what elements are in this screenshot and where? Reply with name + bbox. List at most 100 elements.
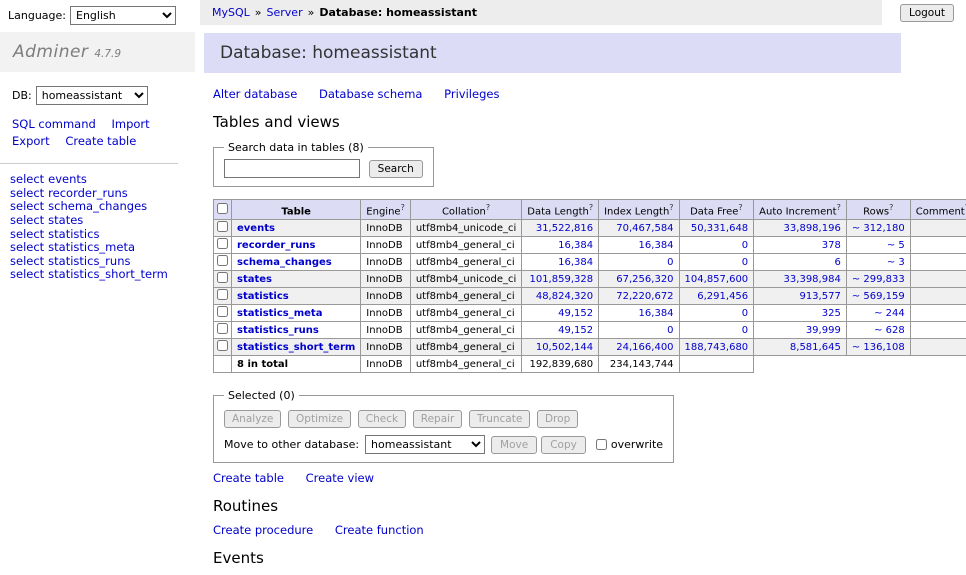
logout-button[interactable]: Logout	[900, 4, 954, 22]
sidebar-action-link[interactable]: Create table	[65, 134, 136, 148]
table-name-link[interactable]: recorder_runs	[237, 240, 315, 251]
data-free-link[interactable]: 188,743,680	[685, 342, 749, 353]
sidebar-select-link[interactable]: select	[10, 227, 44, 241]
routine-link[interactable]: Create function	[335, 523, 424, 537]
auto-increment-link[interactable]: 33,398,984	[784, 274, 841, 285]
table-name-link[interactable]: statistics_meta	[237, 308, 322, 319]
rows-link[interactable]: ~ 569,159	[852, 291, 905, 302]
sidebar-action-link[interactable]: Export	[12, 134, 50, 148]
auto-increment-link[interactable]: 6	[834, 257, 840, 268]
data-free-link[interactable]: 6,291,456	[697, 291, 748, 302]
index-length-link[interactable]: 24,166,400	[616, 342, 673, 353]
move-button[interactable]: Move	[491, 436, 537, 454]
sidebar-select-link[interactable]: select	[10, 213, 44, 227]
rows-link[interactable]: ~ 5	[887, 240, 905, 251]
sidebar-select-link[interactable]: select	[10, 172, 44, 186]
copy-button[interactable]: Copy	[541, 436, 586, 454]
create-link[interactable]: Create table	[213, 471, 284, 485]
rows-link[interactable]: ~ 312,180	[852, 223, 905, 234]
index-length-link[interactable]: 67,256,320	[616, 274, 673, 285]
auto-increment-link[interactable]: 33,898,196	[784, 223, 841, 234]
data-length-link[interactable]: 31,522,816	[536, 223, 593, 234]
bulk-action-button[interactable]: Optimize	[288, 410, 351, 428]
bulk-action-button[interactable]: Drop	[537, 410, 578, 428]
data-length-link[interactable]: 49,152	[558, 325, 593, 336]
row-checkbox[interactable]	[217, 255, 228, 266]
create-link[interactable]: Create view	[306, 471, 374, 485]
data-free-link[interactable]: 0	[742, 257, 748, 268]
sidebar-select-link[interactable]: select	[10, 186, 44, 200]
data-length-link[interactable]: 49,152	[558, 308, 593, 319]
sidebar-table-link[interactable]: events	[48, 172, 87, 186]
routine-link[interactable]: Create procedure	[213, 523, 313, 537]
auto-increment-link[interactable]: 8,581,645	[790, 342, 841, 353]
overwrite-checkbox[interactable]	[596, 439, 607, 450]
db-select[interactable]: homeassistant	[36, 86, 148, 105]
index-length-link[interactable]: 0	[667, 257, 673, 268]
sidebar-table-link[interactable]: states	[48, 213, 83, 227]
data-length-link[interactable]: 48,824,320	[536, 291, 593, 302]
sidebar-select-link[interactable]: select	[10, 199, 44, 213]
rows-link[interactable]: ~ 244	[874, 308, 905, 319]
row-checkbox[interactable]	[217, 221, 228, 232]
sidebar-select-link[interactable]: select	[10, 267, 44, 281]
data-free-link[interactable]: 104,857,600	[685, 274, 749, 285]
index-length-link[interactable]: 16,384	[639, 308, 674, 319]
search-button[interactable]: Search	[369, 160, 423, 178]
sidebar-table-link[interactable]: recorder_runs	[48, 186, 128, 200]
index-length-link[interactable]: 16,384	[639, 240, 674, 251]
sidebar-select-link[interactable]: select	[10, 254, 44, 268]
data-free-link[interactable]: 50,331,648	[691, 223, 748, 234]
bulk-action-button[interactable]: Check	[358, 410, 406, 428]
data-free-link[interactable]: 0	[742, 308, 748, 319]
sidebar-select-link[interactable]: select	[10, 240, 44, 254]
breadcrumb-link[interactable]: MySQL	[212, 6, 250, 19]
row-checkbox[interactable]	[217, 340, 228, 351]
table-name-link[interactable]: schema_changes	[237, 257, 332, 268]
data-length-link[interactable]: 101,859,328	[529, 274, 593, 285]
table-name-link[interactable]: events	[237, 223, 275, 234]
sidebar-table-link[interactable]: statistics	[48, 227, 99, 241]
rows-link[interactable]: ~ 136,108	[852, 342, 905, 353]
data-length-link[interactable]: 16,384	[558, 240, 593, 251]
index-length-link[interactable]: 72,220,672	[616, 291, 673, 302]
auto-increment-link[interactable]: 325	[822, 308, 841, 319]
breadcrumb-link[interactable]: Server	[267, 6, 303, 19]
table-name-link[interactable]: statistics_runs	[237, 325, 319, 336]
bulk-action-button[interactable]: Truncate	[469, 410, 530, 428]
sidebar-table-link[interactable]: statistics_short_term	[48, 267, 168, 281]
table-name-link[interactable]: statistics	[237, 291, 289, 302]
check-all-checkbox[interactable]	[217, 203, 228, 214]
sidebar-action-link[interactable]: Import	[111, 117, 149, 131]
db-nav-link[interactable]: Database schema	[319, 87, 422, 101]
row-checkbox[interactable]	[217, 323, 228, 334]
sidebar-table-link[interactable]: statistics_runs	[48, 254, 130, 268]
table-name-link[interactable]: statistics_short_term	[237, 342, 355, 353]
rows-link[interactable]: ~ 299,833	[852, 274, 905, 285]
row-checkbox[interactable]	[217, 238, 228, 249]
row-checkbox[interactable]	[217, 306, 228, 317]
rows-link[interactable]: ~ 628	[874, 325, 905, 336]
search-input[interactable]	[224, 159, 360, 178]
data-free-link[interactable]: 0	[742, 240, 748, 251]
auto-increment-link[interactable]: 39,999	[806, 325, 841, 336]
sidebar-table-link[interactable]: schema_changes	[48, 199, 147, 213]
data-length-link[interactable]: 10,502,144	[536, 342, 593, 353]
sidebar-table-link[interactable]: statistics_meta	[48, 240, 135, 254]
data-length-link[interactable]: 16,384	[558, 257, 593, 268]
data-free-link[interactable]: 0	[742, 325, 748, 336]
sidebar-action-link[interactable]: SQL command	[12, 117, 96, 131]
db-nav-link[interactable]: Alter database	[213, 87, 297, 101]
table-name-link[interactable]: states	[237, 274, 272, 285]
index-length-link[interactable]: 70,467,584	[616, 223, 673, 234]
language-select[interactable]: English	[70, 6, 176, 25]
bulk-action-button[interactable]: Analyze	[224, 410, 281, 428]
row-checkbox[interactable]	[217, 289, 228, 300]
overwrite-label[interactable]: overwrite	[611, 438, 663, 451]
bulk-action-button[interactable]: Repair	[413, 410, 463, 428]
rows-link[interactable]: ~ 3	[887, 257, 905, 268]
move-db-select[interactable]: homeassistant	[365, 435, 485, 454]
db-nav-link[interactable]: Privileges	[444, 87, 499, 101]
auto-increment-link[interactable]: 913,577	[799, 291, 840, 302]
auto-increment-link[interactable]: 378	[822, 240, 841, 251]
